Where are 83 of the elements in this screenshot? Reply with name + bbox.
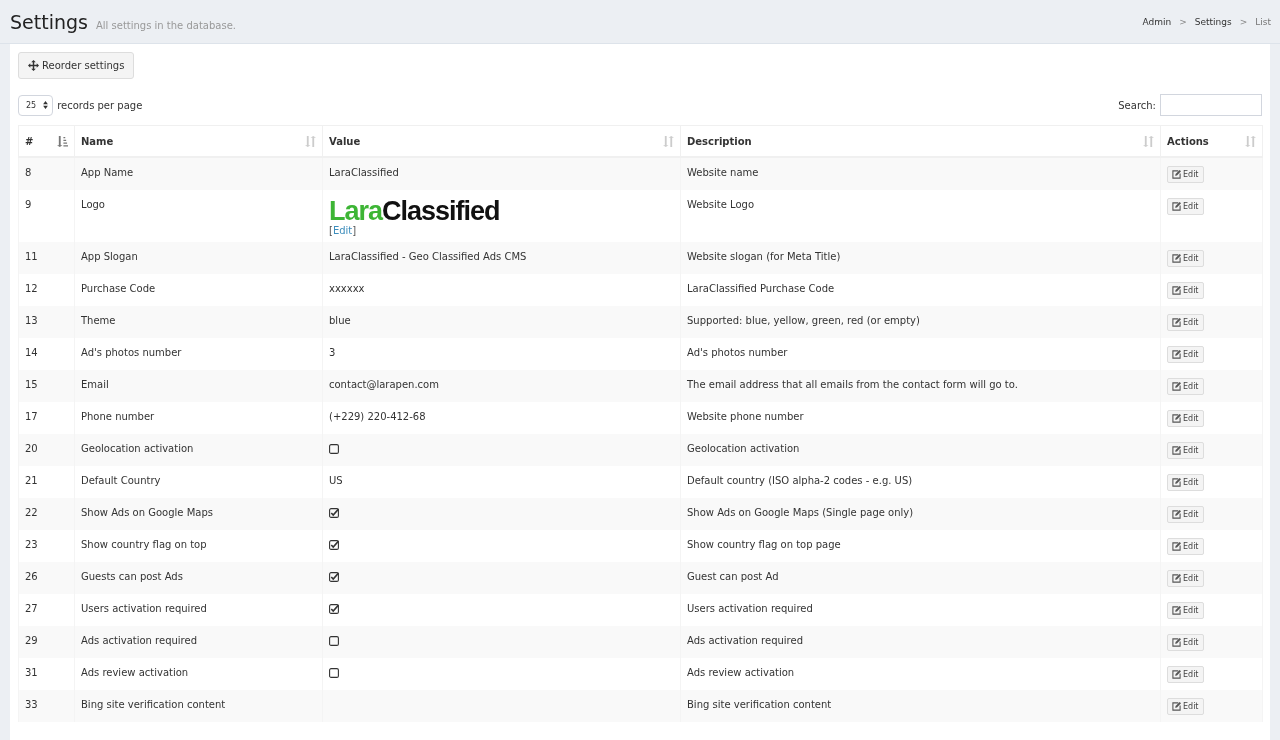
edit-button[interactable]: Edit [1167, 346, 1204, 363]
edit-button[interactable]: Edit [1167, 250, 1204, 267]
table-cell: The email address that all emails from the contact form will go to. [680, 370, 1161, 402]
table-cell: App Slogan [74, 242, 323, 274]
reorder-settings-button[interactable]: Reorder settings [18, 52, 135, 79]
edit-icon [1172, 414, 1181, 423]
edit-button[interactable]: Edit [1167, 198, 1204, 215]
page-title: Settings [10, 10, 88, 33]
edit-icon [1172, 170, 1181, 179]
edit-icon [1172, 478, 1181, 487]
table-cell: Email [74, 370, 323, 402]
table-cell: Theme [74, 306, 323, 338]
table-cell: 33 [18, 690, 75, 722]
edit-icon [1172, 702, 1181, 711]
edit-icon [1172, 286, 1181, 295]
edit-button[interactable]: Edit [1167, 570, 1204, 587]
table-cell: Bing site verification content [680, 690, 1161, 722]
table-cell: App Name [74, 157, 323, 190]
page-subtitle: All settings in the database. [95, 19, 236, 31]
table-cell: 29 [18, 626, 75, 658]
edit-icon [1172, 350, 1181, 359]
search-label: Search: [1118, 99, 1156, 111]
breadcrumb-link[interactable]: List [1255, 16, 1271, 27]
breadcrumb-separator: > [1179, 16, 1187, 27]
edit-icon [1172, 670, 1181, 679]
edit-button[interactable]: Edit [1167, 602, 1204, 619]
edit-icon [1172, 318, 1181, 327]
page-size-label: records per page [57, 99, 143, 111]
table-cell: LaraClassified [322, 157, 681, 190]
edit-icon [1172, 446, 1181, 455]
edit-icon [1172, 382, 1181, 391]
table-cell: Bing site verification content [74, 690, 323, 722]
breadcrumb-link[interactable]: Settings [1194, 16, 1232, 27]
table-cell: 15 [18, 370, 75, 402]
table-cell: Website slogan (for Meta Title) [680, 242, 1161, 274]
table-cell: Ads activation required [680, 626, 1161, 658]
edit-icon [1172, 510, 1181, 519]
table-cell: Ads activation required [74, 626, 323, 658]
edit-icon [1172, 638, 1181, 647]
edit-icon [1172, 202, 1181, 211]
edit-button[interactable]: Edit [1167, 634, 1204, 651]
edit-button[interactable]: Edit [1167, 474, 1204, 491]
table-cell: 11 [18, 242, 75, 274]
site-logo: LaraClassified [329, 198, 501, 224]
search-field[interactable] [1160, 94, 1262, 116]
bracket-text: [ [329, 225, 333, 236]
move-arrows-icon [28, 60, 39, 71]
table-cell: 26 [18, 562, 75, 594]
edit-button[interactable]: Edit [1167, 538, 1204, 555]
table-cell: Show Ads on Google Maps [74, 498, 323, 530]
table-cell: contact@larapen.com [322, 370, 681, 402]
edit-button[interactable]: Edit [1167, 442, 1204, 459]
edit-icon [1172, 542, 1181, 551]
table-cell: 13 [18, 306, 75, 338]
edit-icon [1172, 606, 1181, 615]
table-cell: Show Ads on Google Maps (Single page only) [680, 498, 1161, 530]
table-cell: Website name [680, 157, 1161, 190]
table-cell: 8 [18, 157, 75, 190]
edit-button[interactable]: Edit [1167, 314, 1204, 331]
table-cell: LaraClassified - Geo Classified Ads CMS [322, 242, 681, 274]
breadcrumb-separator: > [1239, 16, 1248, 27]
breadcrumb-link[interactable]: Admin [1142, 16, 1172, 27]
table-cell: Guests can post Ads [74, 562, 323, 594]
table-cell: Geolocation activation [74, 434, 323, 466]
edit-button[interactable]: Edit [1167, 282, 1204, 299]
bracket-text: ] [352, 225, 357, 236]
table-cell: Geolocation activation [680, 434, 1161, 466]
edit-button[interactable]: Edit [1167, 166, 1204, 183]
table-cell: 22 [18, 498, 75, 530]
table-cell: Supported: blue, yellow, green, red (or empty) [680, 306, 1161, 338]
table-cell: blue [322, 306, 681, 338]
edit-link[interactable]: Edit [332, 225, 353, 236]
edit-button[interactable]: Edit [1167, 506, 1204, 523]
edit-button[interactable]: Edit [1167, 666, 1204, 683]
edit-icon [1172, 574, 1181, 583]
table-cell: Guest can post Ad [680, 562, 1161, 594]
edit-button[interactable]: Edit [1167, 378, 1204, 395]
page-size-select[interactable]: 25 [18, 94, 54, 116]
edit-button[interactable]: Edit [1167, 410, 1204, 427]
edit-button[interactable]: Edit [1167, 698, 1204, 715]
edit-icon [1172, 254, 1181, 263]
table-cell: 20 [18, 434, 75, 466]
updown-caret-icon [43, 101, 49, 109]
